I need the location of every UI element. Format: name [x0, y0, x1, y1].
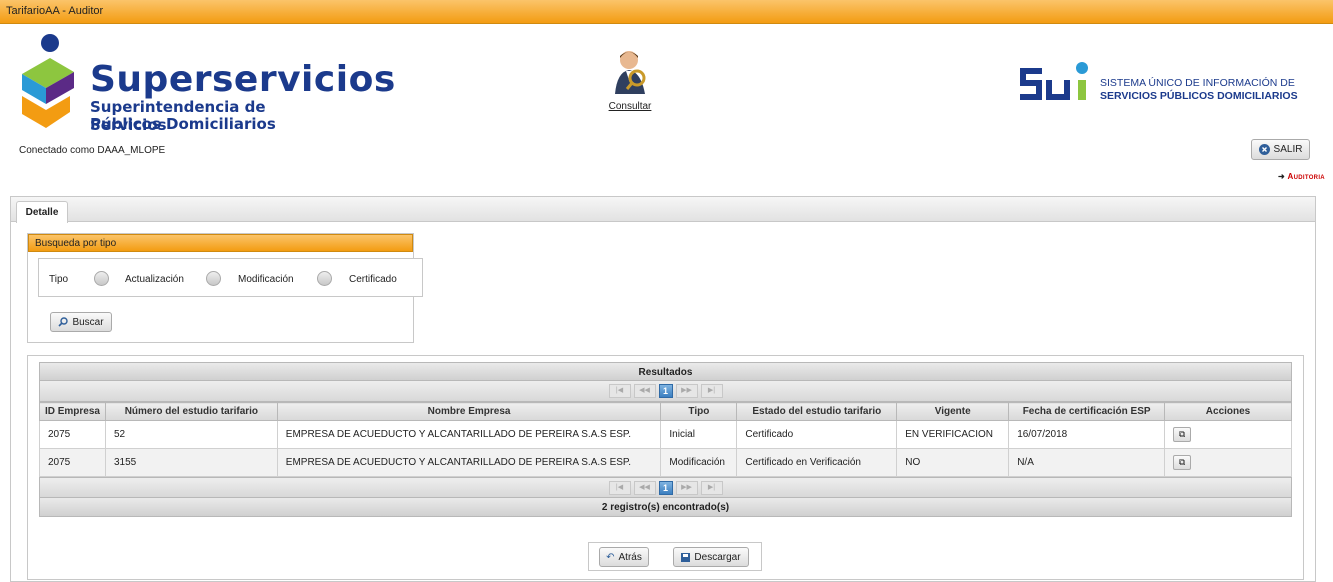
tab-bar: Detalle [11, 197, 1315, 223]
current-page[interactable]: 1 [658, 384, 673, 398]
cell-numero-estudio: 3155 [104, 448, 278, 477]
tipo-label: Tipo [49, 274, 69, 285]
column-header: Acciones [1164, 402, 1292, 421]
results-panel: Resultados |◀ ◀◀ 1 ▶▶ ▶| ID Empresa Núme… [27, 355, 1304, 580]
search-panel: Busqueda por tipo Tipo Actualización Mod… [27, 233, 423, 343]
prev-page-button[interactable]: ◀◀ [633, 480, 656, 495]
top-pager: |◀ ◀◀ 1 ▶▶ ▶| [39, 381, 1292, 402]
next-page-button[interactable]: ▶▶ [675, 480, 698, 495]
buscar-label: Buscar [72, 316, 104, 328]
brand-subtitle-2: Públicos Domiciliarios [90, 115, 276, 133]
sui-line-1: SISTEMA ÚNICO DE INFORMACIÓN DE [1100, 77, 1295, 89]
superservicios-logo: Superservicios Superintendencia de Servi… [16, 34, 395, 134]
cell-acciones: ⧉ [1164, 420, 1292, 449]
sui-logo-icon [1020, 62, 1088, 100]
superservicios-logo-icon [22, 34, 74, 128]
cell-id-empresa: 2075 [39, 448, 106, 477]
window-titlebar: TarifarioAA - Auditor [0, 0, 1333, 24]
action-buttons: ↶ Atrás Descargar [588, 542, 762, 571]
column-header[interactable]: Vigente [896, 402, 1010, 421]
cell-estado: Certificado en Verificación [736, 448, 898, 477]
first-page-button[interactable]: |◀ [608, 480, 631, 495]
brand-name: Superservicios [90, 59, 396, 100]
results-table: ID Empresa Número del estudio tarifario … [39, 402, 1292, 477]
cell-tipo: Inicial [660, 420, 738, 449]
buscar-button[interactable]: Buscar [50, 312, 112, 332]
salir-label: SALIR [1273, 144, 1303, 155]
sui-line-2: SERVICIOS PÚBLICOS DOMICILIARIOS [1100, 90, 1298, 102]
search-panel-title: Busqueda por tipo [28, 234, 413, 252]
back-arrow-icon: ↶ [606, 551, 615, 563]
results-title: Resultados [39, 362, 1292, 381]
results-count: 2 registro(s) encontrado(s) [39, 498, 1292, 517]
current-page[interactable]: 1 [658, 480, 673, 495]
cell-nombre-empresa: EMPRESA DE ACUEDUCTO Y ALCANTARILLADO DE… [276, 448, 662, 477]
tab-detalle[interactable]: Detalle [16, 201, 68, 223]
cell-vigente: NO [896, 448, 1010, 477]
cell-fecha: 16/07/2018 [1008, 420, 1166, 449]
table-row[interactable]: 2075 3155 EMPRESA DE ACUEDUCTO Y ALCANTA… [39, 448, 1292, 477]
arrow-right-icon: ➜ [1278, 172, 1286, 181]
last-page-button[interactable]: ▶| [700, 480, 723, 495]
descargar-button[interactable]: Descargar [673, 547, 749, 567]
cell-estado: Certificado [736, 420, 898, 449]
column-header[interactable]: Tipo [660, 402, 738, 421]
cell-acciones: ⧉ [1164, 448, 1292, 477]
column-header[interactable]: Fecha de certificación ESP [1008, 402, 1166, 421]
window-title: TarifarioAA - Auditor [6, 5, 104, 17]
auditor-person-icon [615, 51, 646, 94]
close-circle-icon [1258, 144, 1270, 155]
radio-certificado-label: Certificado [349, 274, 397, 285]
table-row[interactable]: 2075 52 EMPRESA DE ACUEDUCTO Y ALCANTARI… [39, 420, 1292, 449]
last-page-button[interactable]: ▶| [700, 384, 723, 398]
next-page-button[interactable]: ▶▶ [675, 384, 698, 398]
save-icon [681, 552, 691, 562]
consultar-link[interactable]: Consultar [600, 48, 660, 112]
atras-label: Atrás [618, 551, 642, 563]
cell-numero-estudio: 52 [104, 420, 278, 449]
sui-logo: SISTEMA ÚNICO DE INFORMACIÓN DE SERVICIO… [1016, 56, 1316, 106]
radio-certificado[interactable] [317, 271, 332, 286]
search-icon [58, 317, 69, 327]
tabs-panel: Detalle Busqueda por tipo Tipo Actualiza… [10, 196, 1316, 582]
connected-user: Conectado como DAAA_MLOPE [19, 145, 166, 156]
radio-modificacion-label: Modificación [238, 274, 294, 285]
radio-actualizacion-label: Actualización [125, 274, 184, 285]
column-header[interactable]: ID Empresa [39, 402, 106, 421]
cell-nombre-empresa: EMPRESA DE ACUEDUCTO Y ALCANTARILLADO DE… [276, 420, 662, 449]
column-header[interactable]: Nombre Empresa [276, 402, 662, 421]
cell-tipo: Modificación [660, 448, 738, 477]
consultar-label[interactable]: Consultar [600, 101, 660, 112]
radio-actualizacion[interactable] [94, 271, 109, 286]
descargar-label: Descargar [694, 551, 741, 563]
atras-button[interactable]: ↶ Atrás [599, 547, 649, 567]
prev-page-button[interactable]: ◀◀ [633, 384, 656, 398]
results-grid: Resultados |◀ ◀◀ 1 ▶▶ ▶| ID Empresa Núme… [39, 362, 1292, 517]
bottom-pager: |◀ ◀◀ 1 ▶▶ ▶| [39, 477, 1292, 498]
column-header[interactable]: Número del estudio tarifario [104, 402, 278, 421]
salir-button[interactable]: SALIR [1251, 139, 1310, 160]
copy-action-icon[interactable]: ⧉ [1173, 427, 1192, 442]
radio-modificacion[interactable] [206, 271, 221, 286]
column-header[interactable]: Estado del estudio tarifario [736, 402, 898, 421]
cell-fecha: N/A [1008, 448, 1166, 477]
copy-action-icon[interactable]: ⧉ [1173, 455, 1192, 470]
first-page-button[interactable]: |◀ [608, 384, 631, 398]
cell-id-empresa: 2075 [39, 420, 106, 449]
cell-vigente: EN VERIFICACION [896, 420, 1010, 449]
tipo-radio-group: Tipo Actualización Modificación Certific… [38, 258, 423, 297]
auditoria-link[interactable]: ➜ Auditoria [1278, 172, 1325, 181]
table-header-row: ID Empresa Número del estudio tarifario … [39, 402, 1292, 421]
auditoria-label: Auditoria [1287, 172, 1325, 181]
